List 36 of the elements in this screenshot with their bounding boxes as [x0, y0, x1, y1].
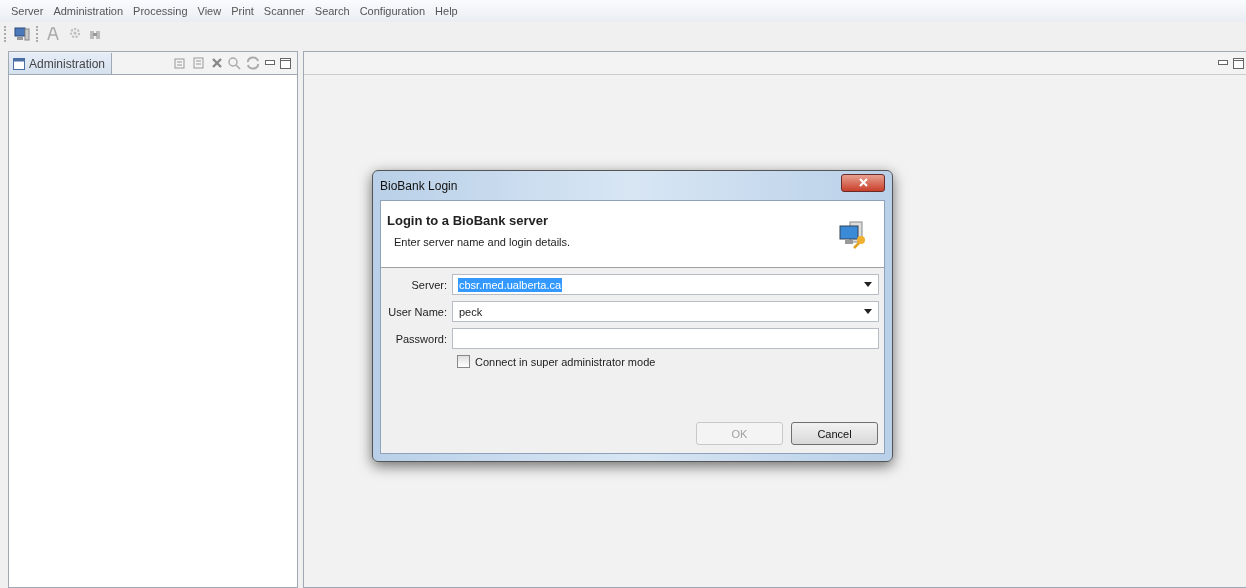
menu-item[interactable]: Scanner [258, 5, 310, 17]
field-label: User Name: [387, 305, 447, 318]
menu-item[interactable]: Configuration [354, 5, 431, 17]
close-icon [858, 178, 868, 187]
field-label: Password: [394, 332, 447, 345]
menu-item[interactable]: View [192, 5, 227, 17]
window-icon [13, 57, 25, 70]
combo-field[interactable]: peck [452, 301, 879, 322]
checkbox-label: Connect in super administrator mode [475, 355, 656, 368]
password-field[interactable] [452, 328, 879, 349]
dialog-subtitle: Enter server name and login details. [393, 236, 571, 248]
dropdown-arrow-icon [864, 282, 872, 287]
delete-icon[interactable] [211, 57, 223, 69]
dialog-title: BioBank Login [380, 178, 458, 193]
refresh-icon[interactable] [246, 56, 260, 70]
close-button[interactable] [841, 173, 885, 192]
cancel-button[interactable]: Cancel [791, 422, 878, 445]
menu-item[interactable]: Help [430, 5, 463, 17]
maximize-icon[interactable] [1233, 57, 1244, 69]
dropdown-arrow-icon [864, 309, 872, 314]
minimize-icon[interactable] [1218, 60, 1228, 66]
computer-key-icon [838, 220, 868, 250]
menu-item[interactable]: Administration [48, 5, 129, 17]
view-tab[interactable]: Administration [9, 53, 113, 74]
menu-item[interactable]: Server [6, 5, 49, 17]
menu-item[interactable]: Processing [128, 5, 193, 17]
minimize-icon[interactable] [265, 60, 275, 66]
menu-item[interactable]: Print [226, 5, 259, 17]
computer-icon[interactable] [14, 26, 30, 42]
menu-item[interactable]: Search [309, 5, 355, 17]
dialog-heading: Login to a BioBank server [387, 213, 550, 228]
maximize-icon[interactable] [280, 57, 291, 69]
text-icon[interactable] [46, 27, 60, 41]
checkbox[interactable] [457, 355, 470, 368]
field-label: Server: [410, 278, 447, 291]
search-icon[interactable] [228, 56, 241, 70]
